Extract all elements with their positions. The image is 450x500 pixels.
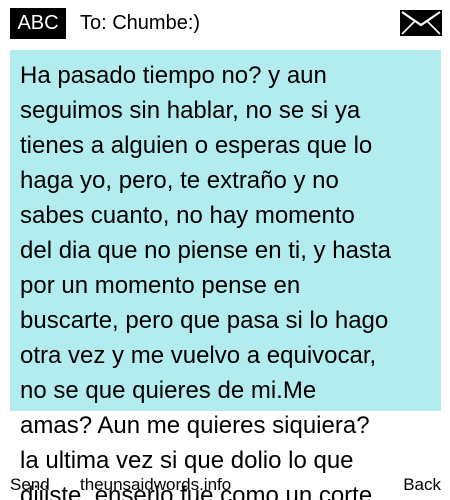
recipient-field[interactable]: To: Chumbe:) (80, 8, 200, 39)
message-body[interactable]: Ha pasado tiempo no? y aun seguimos sin … (20, 58, 440, 500)
back-softkey[interactable]: Back (403, 472, 441, 498)
center-softkey-label: theunsaidwords.info (80, 475, 232, 494)
input-mode-badge: ABC (10, 8, 66, 39)
envelope-icon (400, 10, 442, 36)
send-softkey[interactable]: Send (10, 472, 50, 498)
